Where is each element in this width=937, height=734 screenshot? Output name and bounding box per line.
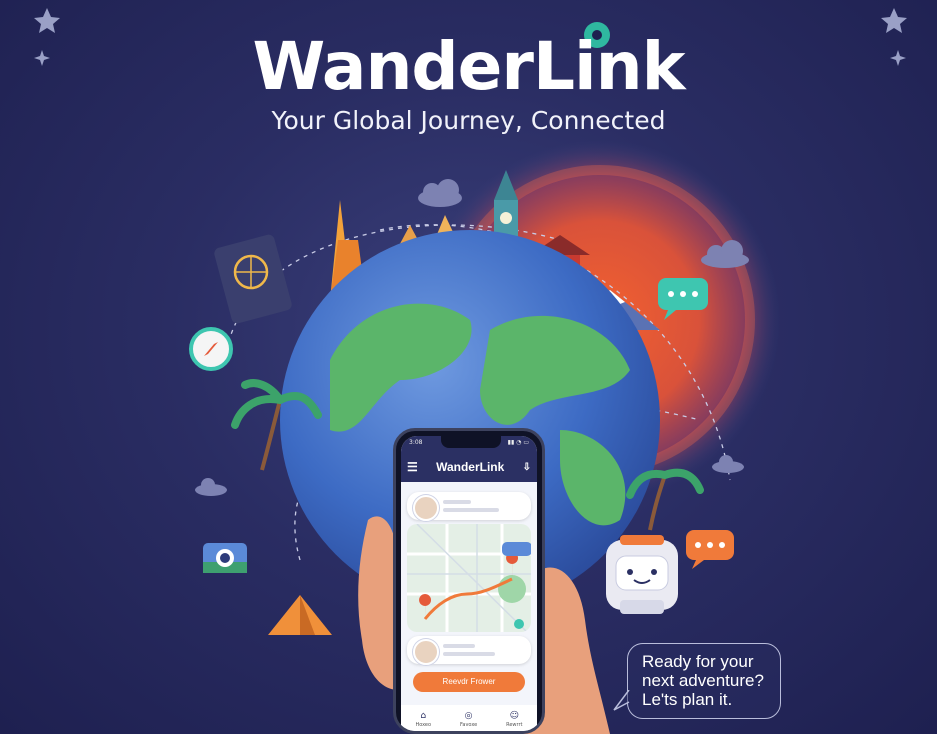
download-icon[interactable]: ⇩ xyxy=(523,462,531,473)
tab-label: Hoxeo xyxy=(415,722,432,728)
speech-line: next adventure? xyxy=(642,671,764,690)
phone-app-title: WanderLink xyxy=(436,460,505,474)
phone-screen: 3:08 ▮▮ ◔ ▭ ☰ WanderLink ⇩ Reevdr Frower… xyxy=(401,436,537,731)
map-chat-bubble xyxy=(502,542,531,556)
tab-label: Favoxe xyxy=(459,722,478,728)
status-icons: ▮▮ ◔ ▭ xyxy=(507,439,529,446)
tab-home[interactable]: ⌂ Hoxeo xyxy=(415,711,431,728)
map-pin-icon xyxy=(506,552,519,579)
profile-card[interactable] xyxy=(407,492,531,521)
phone-tab-bar: ⌂ Hoxeo ◎ Favoxe ☺ Rewrrt xyxy=(401,705,537,731)
globe-icon: ◎ xyxy=(464,711,473,721)
avatar xyxy=(413,639,439,665)
speech-bubble: Ready for your next adventure? Le'ts pla… xyxy=(627,643,781,719)
home-icon: ⌂ xyxy=(420,711,427,721)
phone-notch xyxy=(441,436,501,448)
tab-favorites[interactable]: ◎ Favoxe xyxy=(460,711,477,728)
tab-profile[interactable]: ☺ Rewrrt xyxy=(506,711,522,728)
placeholder-line xyxy=(443,508,499,512)
placeholder-line xyxy=(443,652,495,656)
tab-label: Rewrrt xyxy=(506,722,523,728)
compass-icon xyxy=(189,327,233,371)
camera-icon xyxy=(203,543,247,573)
menu-icon[interactable]: ☰ xyxy=(407,460,418,474)
route-map[interactable] xyxy=(407,524,531,632)
app-title: WanderLink xyxy=(252,28,685,105)
status-time: 3:08 xyxy=(409,439,423,446)
placeholder-line xyxy=(443,500,471,504)
phone-mockup: 3:08 ▮▮ ◔ ▭ ☰ WanderLink ⇩ Reevdr Frower… xyxy=(393,428,545,734)
passport-icon xyxy=(214,234,292,324)
primary-action-button[interactable]: Reevdr Frower xyxy=(413,672,525,692)
map-graphic xyxy=(407,524,531,632)
tent-icon xyxy=(268,595,332,635)
robot-assistant-icon xyxy=(606,535,678,614)
profile-card[interactable] xyxy=(407,636,531,665)
tagline: Your Global Journey, Connected xyxy=(271,106,666,135)
placeholder-line xyxy=(443,644,475,648)
chat-bubble-icon xyxy=(686,530,734,569)
person-icon: ☺ xyxy=(509,711,519,721)
speech-bubble-tail xyxy=(613,690,630,711)
speech-line: Le'ts plan it. xyxy=(642,690,733,709)
phone-app-bar: ☰ WanderLink ⇩ xyxy=(401,452,537,482)
avatar xyxy=(413,495,439,521)
speech-line: Ready for your xyxy=(642,652,754,671)
map-marker xyxy=(514,619,524,629)
